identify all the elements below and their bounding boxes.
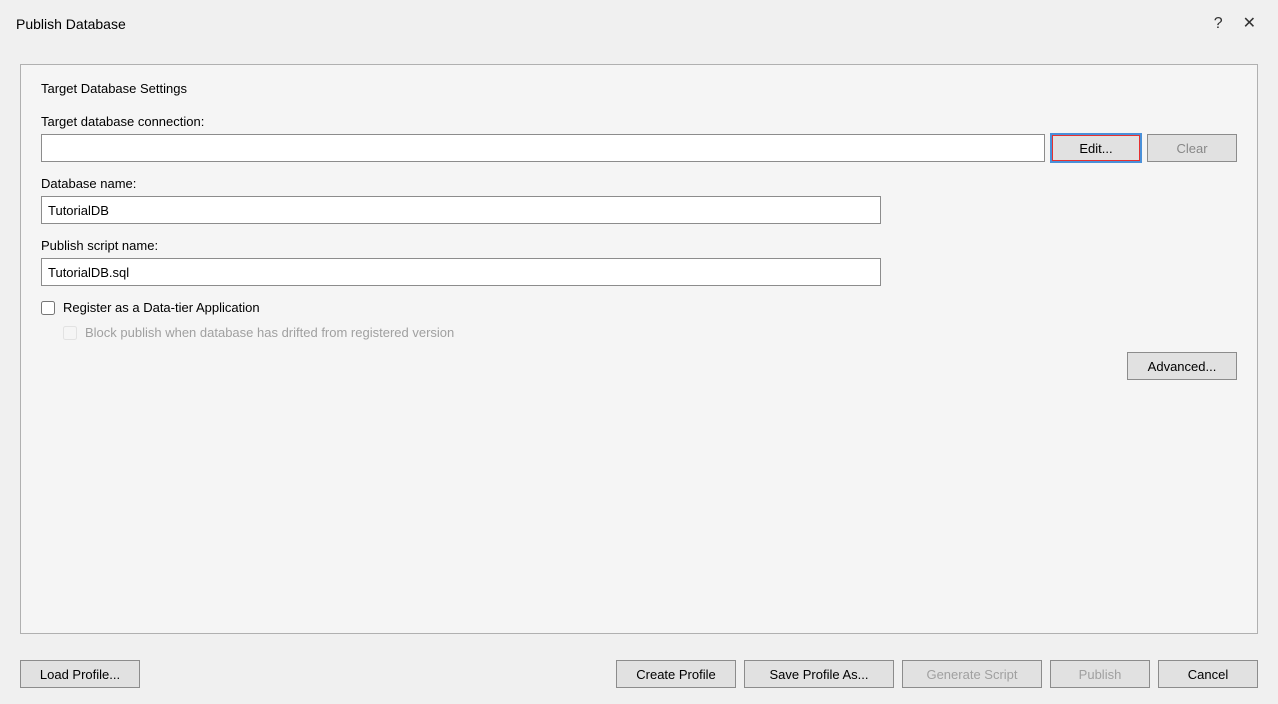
advanced-row: Advanced... xyxy=(41,352,1237,380)
cancel-button[interactable]: Cancel xyxy=(1158,660,1258,688)
block-checkbox-label: Block publish when database has drifted … xyxy=(85,325,454,340)
connection-label: Target database connection: xyxy=(41,114,1237,129)
dialog-title: Publish Database xyxy=(16,16,126,32)
register-checkbox-row: Register as a Data-tier Application xyxy=(41,300,1237,315)
publish-button[interactable]: Publish xyxy=(1050,660,1150,688)
dbname-field-group: Database name: xyxy=(41,176,1237,224)
clear-button[interactable]: Clear xyxy=(1147,134,1237,162)
connection-row: Edit... Clear xyxy=(41,134,1237,162)
advanced-button[interactable]: Advanced... xyxy=(1127,352,1237,380)
title-bar-controls: ? ✕ xyxy=(1208,14,1262,34)
create-profile-button[interactable]: Create Profile xyxy=(616,660,736,688)
dialog-footer: Load Profile... Create Profile Save Prof… xyxy=(0,650,1278,704)
load-profile-button[interactable]: Load Profile... xyxy=(20,660,140,688)
connection-field-group: Target database connection: Edit... Clea… xyxy=(41,114,1237,162)
close-button[interactable]: ✕ xyxy=(1237,14,1262,34)
scriptname-label: Publish script name: xyxy=(41,238,1237,253)
block-checkbox xyxy=(63,326,77,340)
footer-left: Load Profile... xyxy=(20,660,140,688)
footer-right: Create Profile Save Profile As... Genera… xyxy=(616,660,1258,688)
dbname-label: Database name: xyxy=(41,176,1237,191)
scriptname-input[interactable] xyxy=(41,258,881,286)
dialog-body: Target Database Settings Target database… xyxy=(0,48,1278,650)
save-profile-button[interactable]: Save Profile As... xyxy=(744,660,894,688)
title-bar: Publish Database ? ✕ xyxy=(0,0,1278,48)
dbname-input[interactable] xyxy=(41,196,881,224)
section-title: Target Database Settings xyxy=(41,81,1237,96)
edit-button[interactable]: Edit... xyxy=(1051,134,1141,162)
register-checkbox-label: Register as a Data-tier Application xyxy=(63,300,260,315)
help-button[interactable]: ? xyxy=(1208,14,1229,34)
publish-database-dialog: Publish Database ? ✕ Target Database Set… xyxy=(0,0,1278,704)
connection-input[interactable] xyxy=(41,134,1045,162)
generate-script-button[interactable]: Generate Script xyxy=(902,660,1042,688)
register-checkbox[interactable] xyxy=(41,301,55,315)
target-database-settings-section: Target Database Settings Target database… xyxy=(20,64,1258,634)
scriptname-field-group: Publish script name: xyxy=(41,238,1237,286)
block-checkbox-row: Block publish when database has drifted … xyxy=(63,325,1237,340)
